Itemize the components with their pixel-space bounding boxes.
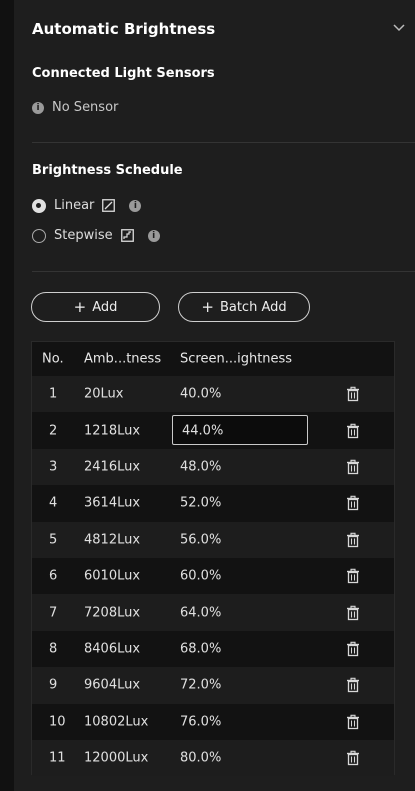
table-row[interactable]: 10 10802Lux 76.0% [32, 703, 394, 740]
trash-icon [347, 641, 359, 657]
screen-brightness-cell[interactable]: 68.0% [180, 641, 221, 656]
header-no[interactable]: No. [42, 352, 64, 367]
screen-brightness-cell[interactable]: 52.0% [180, 496, 221, 511]
row-number: 10 [49, 714, 66, 730]
sensor-status: i No Sensor [32, 100, 118, 115]
trash-icon [347, 568, 359, 584]
delete-row-button[interactable] [346, 678, 360, 693]
schedule-title: Brightness Schedule [32, 163, 183, 178]
add-button-label: Add [92, 299, 118, 315]
screen-brightness-cell[interactable]: 60.0% [180, 569, 221, 584]
info-icon[interactable]: i [147, 229, 160, 242]
plus-icon: + [73, 297, 87, 316]
delete-row-button[interactable] [346, 496, 360, 511]
row-number: 4 [49, 495, 58, 511]
ambient-brightness-cell[interactable]: 2416Lux [84, 459, 140, 474]
row-number: 6 [49, 568, 58, 584]
row-number: 2 [49, 423, 58, 439]
table-row[interactable]: 11 12000Lux 80.0% [32, 739, 394, 777]
ambient-brightness-cell[interactable]: 7208Lux [84, 605, 140, 620]
screen-brightness-cell[interactable]: 40.0% [180, 387, 221, 402]
table-body: 1 20Lux 40.0% 2 1218Lux 44.0% 3 2416Lux 48.0% 4 36… [32, 376, 394, 777]
radio-linear-label: Linear [54, 198, 95, 213]
row-number: 1 [49, 386, 58, 402]
trash-icon [347, 496, 359, 511]
ambient-brightness-cell[interactable]: 10802Lux [84, 714, 148, 729]
trash-icon [347, 678, 359, 693]
table-row[interactable]: 5 4812Lux 56.0% [32, 521, 394, 558]
screen-brightness-cell[interactable]: 44.0% [182, 423, 223, 438]
schedule-option-linear[interactable]: Linear i [32, 198, 142, 213]
trash-icon [347, 386, 359, 402]
row-number: 7 [49, 605, 58, 621]
delete-row-button[interactable] [346, 750, 360, 766]
radio-stepwise[interactable] [32, 228, 46, 243]
radio-linear[interactable] [32, 198, 46, 213]
delete-row-button[interactable] [346, 459, 360, 475]
add-button[interactable]: + Add [31, 292, 160, 322]
screen-brightness-cell[interactable]: 80.0% [180, 751, 221, 766]
screen-brightness-cell[interactable]: 72.0% [180, 678, 221, 693]
delete-row-button[interactable] [346, 641, 360, 657]
ambient-brightness-cell[interactable]: 4812Lux [84, 532, 140, 547]
ambient-brightness-cell[interactable]: 3614Lux [84, 496, 140, 511]
delete-row-button[interactable] [346, 605, 360, 620]
delete-row-button[interactable] [346, 714, 360, 729]
ambient-brightness-cell[interactable]: 8406Lux [84, 641, 140, 656]
header-ambient-brightness[interactable]: Amb...tness [84, 352, 161, 367]
screen-brightness-cell[interactable]: 56.0% [180, 532, 221, 547]
delete-row-button[interactable] [346, 423, 360, 438]
trash-icon [347, 459, 359, 475]
panel-title: Automatic Brightness [32, 20, 216, 38]
table-row[interactable]: 9 9604Lux 72.0% [32, 667, 394, 704]
automatic-brightness-panel: Automatic Brightness Connected Light Sen… [14, 0, 415, 791]
trash-icon [347, 750, 359, 766]
divider [32, 271, 415, 272]
row-number: 9 [49, 677, 58, 693]
ambient-brightness-cell[interactable]: 6010Lux [84, 569, 140, 584]
delete-row-button[interactable] [346, 532, 360, 547]
plus-icon: + [201, 297, 214, 316]
delete-row-button[interactable] [346, 568, 360, 584]
linear-graph-icon [102, 199, 116, 212]
screen-brightness-cell[interactable]: 76.0% [180, 714, 221, 729]
table-row[interactable]: 1 20Lux 40.0% [32, 376, 394, 413]
info-icon[interactable]: i [129, 199, 142, 212]
ambient-brightness-cell[interactable]: 1218Lux [84, 423, 140, 438]
schedule-option-stepwise[interactable]: Stepwise i [32, 228, 160, 243]
chevron-down-icon[interactable] [392, 20, 406, 34]
brightness-table: No. Amb...tness Screen...ightness 1 20Lux… [31, 341, 395, 777]
table-row[interactable]: 8 8406Lux 68.0% [32, 630, 394, 668]
table-header: No. Amb...tness Screen...ightness [32, 342, 394, 376]
divider [32, 142, 415, 143]
trash-icon [347, 605, 359, 620]
row-number: 3 [49, 459, 58, 475]
trash-icon [347, 423, 359, 438]
table-row[interactable]: 2 1218Lux 44.0% [32, 412, 394, 449]
batch-add-button[interactable]: + Batch Add [178, 292, 310, 322]
sensor-status-text: No Sensor [52, 100, 119, 115]
batch-add-button-label: Batch Add [219, 299, 287, 315]
table-row[interactable]: 7 7208Lux 64.0% [32, 594, 394, 631]
radio-stepwise-label: Stepwise [54, 228, 113, 243]
table-row[interactable]: 4 3614Lux 52.0% [32, 485, 394, 522]
trash-icon [347, 714, 359, 729]
ambient-brightness-cell[interactable]: 12000Lux [84, 751, 148, 766]
trash-icon [347, 532, 359, 547]
row-number: 8 [49, 641, 58, 657]
info-icon: i [32, 101, 44, 114]
screen-brightness-cell[interactable]: 64.0% [180, 605, 221, 620]
row-number: 5 [49, 532, 58, 548]
ambient-brightness-cell[interactable]: 20Lux [84, 387, 124, 402]
delete-row-button[interactable] [346, 386, 360, 402]
sensors-title: Connected Light Sensors [32, 66, 215, 81]
row-number: 11 [49, 750, 66, 766]
stepwise-graph-icon [120, 229, 134, 242]
screen-brightness-cell[interactable]: 48.0% [180, 459, 221, 474]
table-row[interactable]: 3 2416Lux 48.0% [32, 448, 394, 486]
table-row[interactable]: 6 6010Lux 60.0% [32, 557, 394, 595]
header-screen-brightness[interactable]: Screen...ightness [180, 352, 292, 367]
ambient-brightness-cell[interactable]: 9604Lux [84, 678, 140, 693]
